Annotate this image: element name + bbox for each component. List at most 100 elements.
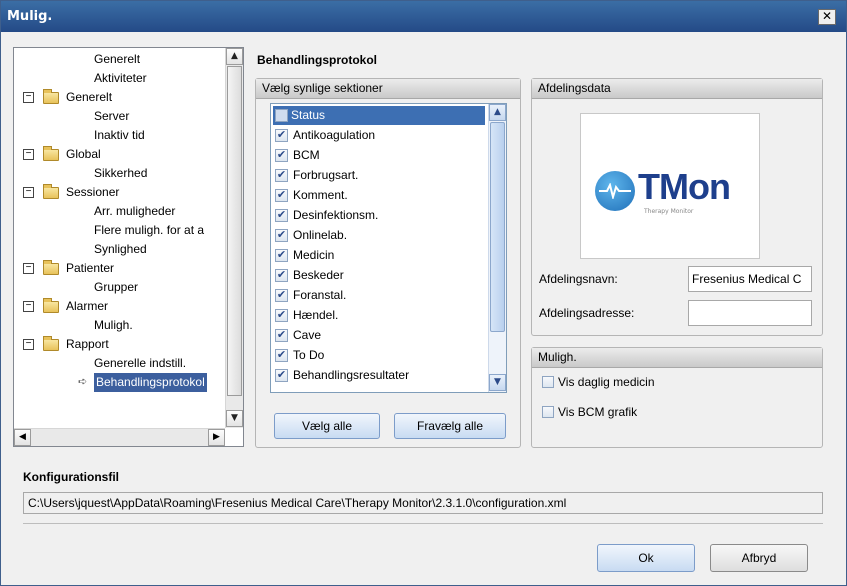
tree-vertical-scrollbar[interactable]: ▲ ▼	[225, 48, 243, 428]
window-title: Mulig.	[7, 9, 53, 24]
section-label: Cave	[293, 328, 322, 342]
tree-item-label: Generelt	[94, 52, 141, 66]
select-all-button[interactable]: Vælg alle	[274, 413, 380, 439]
checkmark-icon[interactable]: ✔	[275, 309, 288, 322]
checkbox-label: Vis daglig medicin	[558, 375, 655, 389]
folder-icon	[43, 336, 59, 351]
options-group: Muligh. Vis daglig medicin Vis BCM grafi…	[531, 347, 823, 448]
scroll-down-icon[interactable]: ▼	[489, 374, 506, 391]
visible-sections-group: Vælg synlige sektioner Status ✔ Antikoagu…	[255, 78, 521, 448]
checkbox[interactable]	[542, 376, 554, 388]
tree-node-generelt[interactable]: − Generelt	[14, 88, 214, 107]
page-title: Behandlingsprotokol	[257, 53, 377, 67]
checkmark-icon[interactable]: ✔	[275, 189, 288, 202]
tree-node-label: Generelt	[66, 90, 113, 104]
department-name-field[interactable]: Fresenius Medical C	[688, 266, 812, 292]
scroll-thumb[interactable]	[490, 122, 505, 332]
group-header: Vælg synlige sektioner	[256, 79, 520, 99]
scroll-right-icon[interactable]: ▶	[208, 429, 225, 446]
tree-item-grupper[interactable]: Grupper	[94, 278, 138, 297]
folder-icon	[43, 260, 59, 275]
checkbox[interactable]	[275, 109, 288, 122]
checkbox[interactable]	[542, 406, 554, 418]
tree-item-label: Grupper	[94, 280, 139, 294]
tree-node-patienter[interactable]: − Patienter	[14, 259, 214, 278]
heartbeat-icon	[595, 171, 635, 211]
close-button[interactable]: ✕	[818, 9, 836, 25]
scroll-up-icon[interactable]: ▲	[226, 48, 243, 65]
department-address-field[interactable]	[688, 300, 812, 326]
checkmark-icon[interactable]: ✔	[275, 369, 288, 382]
scroll-thumb[interactable]	[227, 66, 242, 396]
tree-item-synlighed[interactable]: Synlighed	[94, 240, 147, 259]
tree-item-sikkerhed[interactable]: Sikkerhed	[94, 164, 147, 183]
tree-item-label: Synlighed	[94, 242, 147, 256]
collapse-icon[interactable]: −	[23, 92, 34, 103]
logo-subtitle: Therapy Monitor	[644, 208, 694, 215]
collapse-icon[interactable]: −	[23, 339, 34, 350]
collapse-icon[interactable]: −	[23, 301, 34, 312]
checkmark-icon[interactable]: ✔	[275, 169, 288, 182]
folder-icon	[43, 89, 59, 104]
checkmark-icon[interactable]: ✔	[275, 349, 288, 362]
checkmark-icon[interactable]: ✔	[275, 209, 288, 222]
tree-item-label: Generelle indstill.	[94, 356, 187, 370]
collapse-icon[interactable]: −	[23, 149, 34, 160]
tree-item-label: Server	[94, 109, 130, 123]
tree-node-label: Rapport	[66, 337, 109, 351]
divider	[23, 523, 823, 524]
tree-node-label: Global	[66, 147, 101, 161]
tree-item-muligh[interactable]: Muligh.	[94, 316, 133, 335]
section-label: Antikoagulation	[293, 128, 376, 142]
tree-node-label: Alarmer	[66, 299, 109, 313]
cancel-button[interactable]: Afbryd	[710, 544, 808, 572]
group-header: Afdelingsdata	[532, 79, 822, 99]
tree-item-generelt-general[interactable]: Generelt	[94, 50, 140, 69]
tree-item-label: Flere muligh. for at a	[94, 223, 205, 237]
tree-item-inaktiv-tid[interactable]: Inaktiv tid	[94, 126, 145, 145]
department-name-label: Afdelingsnavn:	[539, 272, 618, 286]
collapse-icon[interactable]: −	[23, 187, 34, 198]
section-label: Behandlingsresultater	[293, 368, 410, 382]
checkmark-icon[interactable]: ✔	[275, 249, 288, 262]
checkmark-icon[interactable]: ✔	[275, 149, 288, 162]
tree-node-rapport[interactable]: − Rapport	[14, 335, 214, 354]
tree-list: Generelt Aktiviteter − Generelt Server I…	[14, 48, 225, 428]
checkbox-label: Vis BCM grafik	[558, 405, 638, 419]
tree-item-arr-muligheder[interactable]: Arr. muligheder	[94, 202, 175, 221]
config-heading: Konfigurationsfil	[23, 470, 119, 484]
checkmark-icon[interactable]: ✔	[275, 129, 288, 142]
scroll-up-icon[interactable]: ▲	[489, 104, 506, 121]
arrow-right-icon: ➪	[78, 376, 88, 388]
section-label: Onlinelab.	[293, 228, 348, 242]
collapse-icon[interactable]: −	[23, 263, 34, 274]
tree-item-server[interactable]: Server	[94, 107, 129, 126]
checkmark-icon[interactable]: ✔	[275, 289, 288, 302]
checkmark-icon[interactable]: ✔	[275, 329, 288, 342]
section-label: BCM	[293, 148, 320, 162]
tree-node-label: Sessioner	[66, 185, 120, 199]
config-path-field[interactable]: C:\Users\jquest\AppData\Roaming\Freseniu…	[23, 492, 823, 514]
tree-item-aktiviteter[interactable]: Aktiviteter	[94, 69, 147, 88]
tree-node-label: Patienter	[66, 261, 115, 275]
scroll-down-icon[interactable]: ▼	[226, 410, 243, 427]
department-address-label: Afdelingsadresse:	[539, 306, 635, 320]
scroll-left-icon[interactable]: ◀	[14, 429, 31, 446]
ok-button[interactable]: Ok	[597, 544, 695, 572]
sections-scrollbar[interactable]: ▲ ▼	[488, 104, 506, 392]
tree-node-sessioner[interactable]: − Sessioner	[14, 183, 214, 202]
department-logo: TMon Therapy Monitor	[580, 113, 760, 259]
tree-node-global[interactable]: − Global	[14, 145, 214, 164]
section-label: Forbrugsart.	[293, 168, 359, 182]
tree-horizontal-scrollbar[interactable]: ◀ ▶	[14, 428, 225, 446]
checkmark-icon[interactable]: ✔	[275, 269, 288, 282]
checkmark-icon[interactable]: ✔	[275, 229, 288, 242]
section-label: Hændel.	[293, 308, 339, 322]
tree-node-alarmer[interactable]: − Alarmer	[14, 297, 214, 316]
deselect-all-button[interactable]: Fravælg alle	[394, 413, 506, 439]
tree-item-generelle-indstill[interactable]: Generelle indstill.	[94, 354, 186, 373]
title-bar[interactable]: Mulig. ✕	[1, 1, 846, 32]
section-item-status[interactable]: Status	[273, 106, 485, 125]
tree-item-flere-muligh[interactable]: Flere muligh. for at a	[94, 221, 204, 240]
group-header: Muligh.	[532, 348, 822, 368]
